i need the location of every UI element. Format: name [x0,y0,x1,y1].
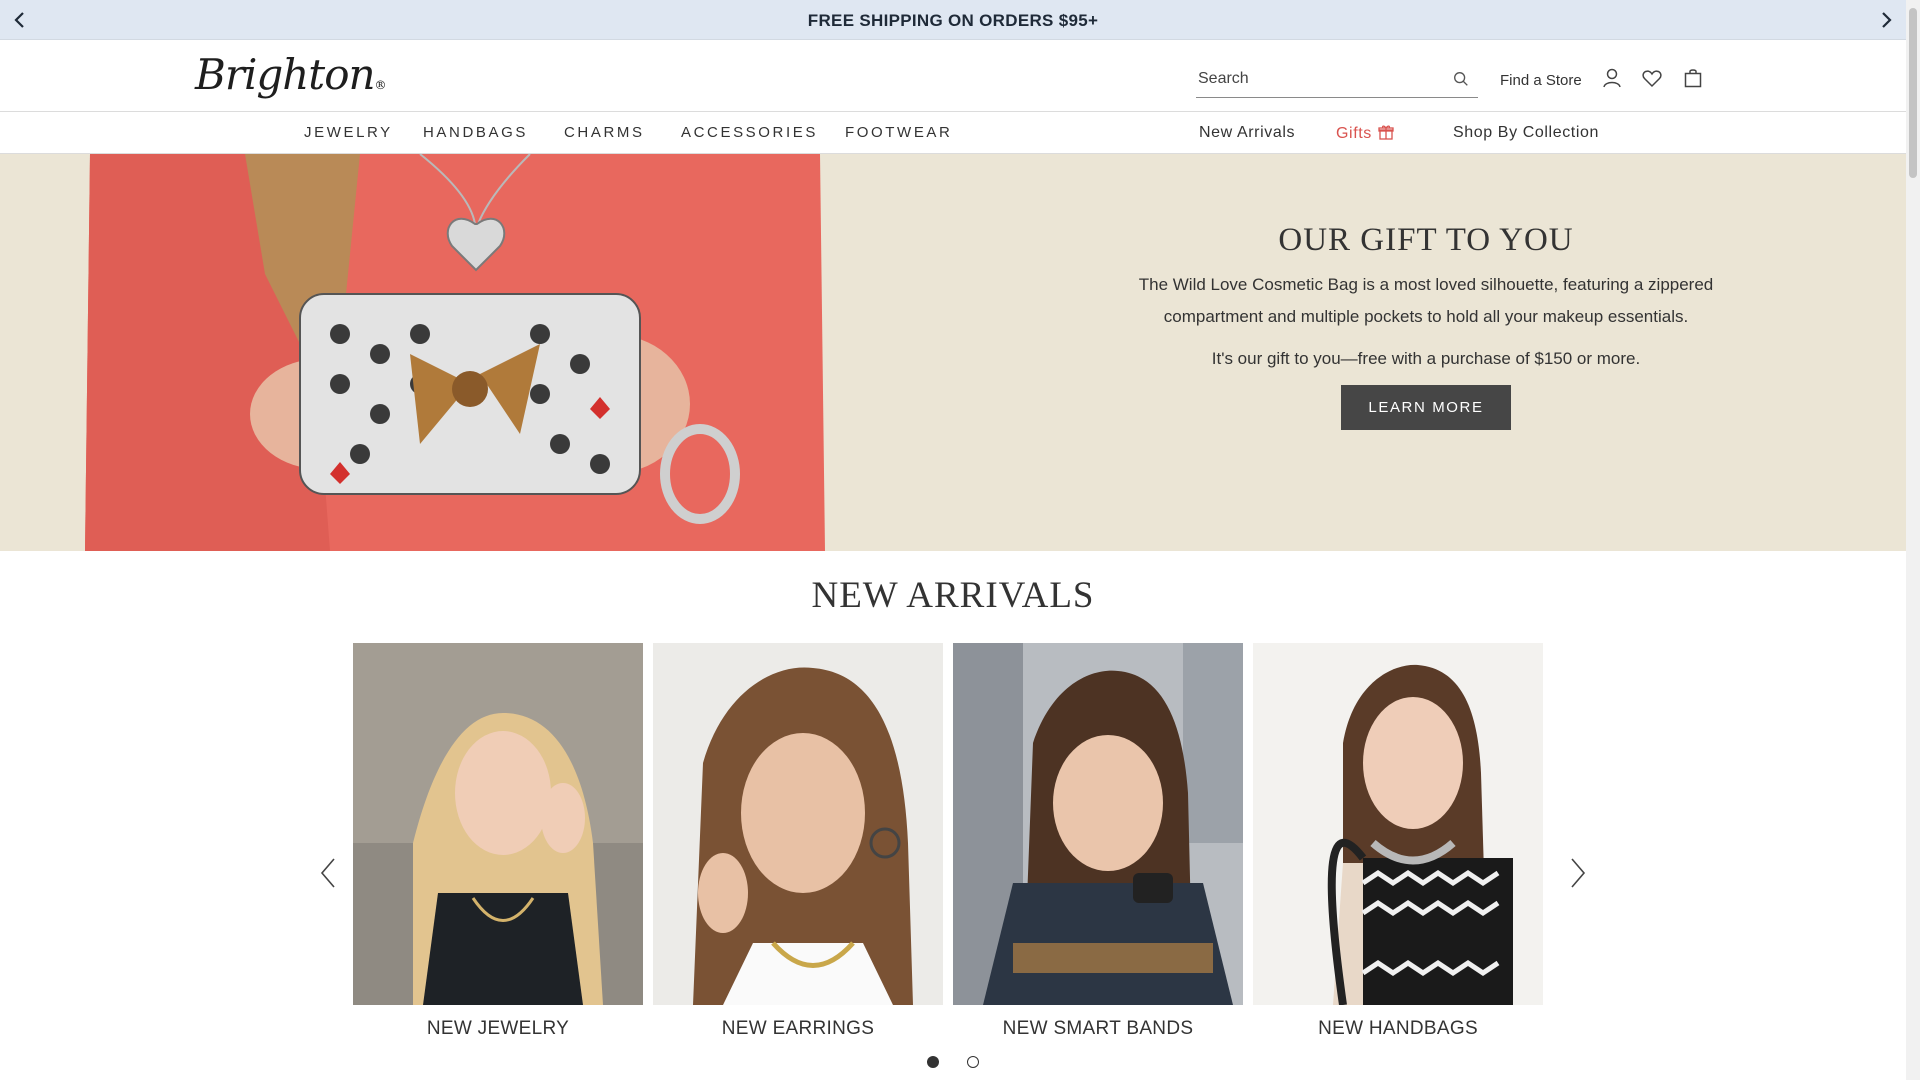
promo-text[interactable]: FREE SHIPPING ON ORDERS $95+ [0,11,1906,31]
registered-mark: ® [374,78,387,92]
carousel-next-icon[interactable] [1566,855,1590,891]
card-label: NEW JEWELRY [426,1018,570,1039]
search-bar [1196,64,1478,98]
carousel-prev-icon[interactable] [316,855,340,891]
page-scrollbar[interactable] [1906,0,1920,1080]
learn-more-button[interactable]: LEARN MORE [1341,385,1511,430]
carousel-dot-1[interactable] [927,1056,939,1068]
gift-icon [1378,125,1394,140]
nav-handbags[interactable]: HANDBAGS [423,124,528,141]
card-new-smart-bands[interactable]: NEW SMART BANDS [953,643,1243,1043]
new-smart-bands-image [953,643,1243,1005]
new-arrivals-title: NEW ARRIVALS [811,575,1095,616]
nav-accessories[interactable]: ACCESSORIES [681,124,818,141]
new-arrivals-carousel: NEW JEWELRY NEW EARRINGS NEW SMART BANDS [353,643,1553,1043]
nav-new-arrivals[interactable]: New Arrivals [1199,124,1295,142]
card-new-earrings[interactable]: NEW EARRINGS [653,643,943,1043]
shopping-bag-icon[interactable] [1681,66,1705,90]
promo-bar: FREE SHIPPING ON ORDERS $95+ [0,0,1906,40]
card-new-handbags[interactable]: NEW HANDBAGS [1253,643,1543,1043]
search-input[interactable] [1196,64,1436,94]
nav-charms[interactable]: CHARMS [564,124,645,141]
card-label: NEW HANDBAGS [1318,1018,1478,1039]
hero-body: The Wild Love Cosmetic Bag is a most lov… [1138,275,1714,326]
hero-offer: It's our gift to you—free with a purchas… [1211,349,1641,368]
brand-logo-text: Brighton [195,50,376,99]
nav-gifts[interactable]: Gifts [1336,124,1394,143]
wishlist-heart-icon[interactable] [1640,66,1664,90]
scrollbar-thumb[interactable] [1909,8,1917,178]
nav-jewelry[interactable]: JEWELRY [304,124,393,141]
carousel-dot-2[interactable] [967,1056,979,1068]
chevron-right-icon[interactable] [1874,8,1898,32]
card-label: NEW EARRINGS [721,1018,875,1039]
card-new-jewelry[interactable]: NEW JEWELRY [353,643,643,1043]
site-header: Brighton® Find a Store [0,40,1906,112]
new-jewelry-image [353,643,643,1005]
brand-logo[interactable]: Brighton® [195,50,387,99]
hero-copy: OUR GIFT TO YOU The Wild Love Cosmetic B… [1106,222,1746,430]
hero-banner: OUR GIFT TO YOU The Wild Love Cosmetic B… [0,154,1906,551]
account-icon[interactable] [1600,66,1624,90]
new-handbags-image [1253,643,1543,1006]
nav-gifts-label: Gifts [1336,125,1372,142]
find-store-link[interactable]: Find a Store [1500,72,1582,89]
new-earrings-image [653,643,943,1005]
hero-title: OUR GIFT TO YOU [1278,222,1574,258]
main-nav: JEWELRY HANDBAGS CHARMS ACCESSORIES FOOT… [0,112,1906,154]
hero-image[interactable] [0,154,952,551]
search-icon[interactable] [1452,70,1470,88]
nav-shop-by-collection[interactable]: Shop By Collection [1453,124,1599,142]
card-label: NEW SMART BANDS [1002,1018,1194,1039]
nav-footwear[interactable]: FOOTWEAR [845,124,952,141]
